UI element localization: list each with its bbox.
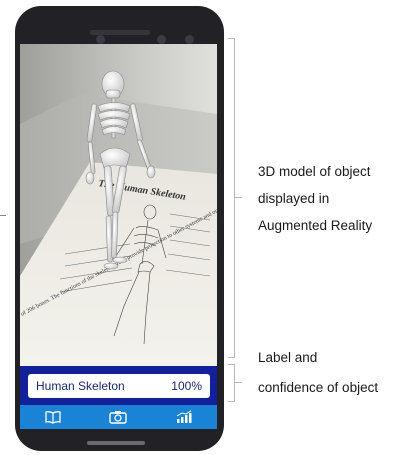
annotation-line: displayed in xyxy=(258,191,330,206)
book-icon[interactable] xyxy=(39,407,67,427)
home-indicator xyxy=(87,441,145,445)
annotation-label: Label and confidence of object xyxy=(258,343,378,403)
ar-camera-view: The Human Skeleton xyxy=(20,44,217,366)
bottom-nav xyxy=(20,405,217,429)
camera-dot-icon xyxy=(96,35,105,44)
sensor-dot-icon xyxy=(157,35,166,44)
annotation-line: confidence of object xyxy=(258,380,379,395)
left-tick xyxy=(0,215,6,216)
bracket-tick-ar xyxy=(235,197,242,198)
bracket-label xyxy=(228,364,235,402)
bracket-ar-model xyxy=(228,38,235,358)
camera-icon[interactable] xyxy=(104,407,132,427)
annotation-line: Label and xyxy=(258,350,318,365)
chart-icon[interactable] xyxy=(170,407,198,427)
annotation-line: 3D model of object xyxy=(258,164,371,179)
bracket-tick-label xyxy=(235,382,242,383)
object-label: Human Skeleton xyxy=(36,379,125,393)
object-label-bar: Human Skeleton 100% xyxy=(28,374,210,398)
phone-frame: The Human Skeleton Human Skeleton 100% xyxy=(15,6,224,451)
phone-screen: The Human Skeleton Human Skeleton 100% xyxy=(20,44,217,429)
annotation-line: Augmented Reality xyxy=(258,218,373,233)
confidence-value: 100% xyxy=(171,379,202,393)
annotation-ar-model: 3D model of object displayed in Augmente… xyxy=(258,158,372,239)
front-camera-icon xyxy=(185,35,194,44)
